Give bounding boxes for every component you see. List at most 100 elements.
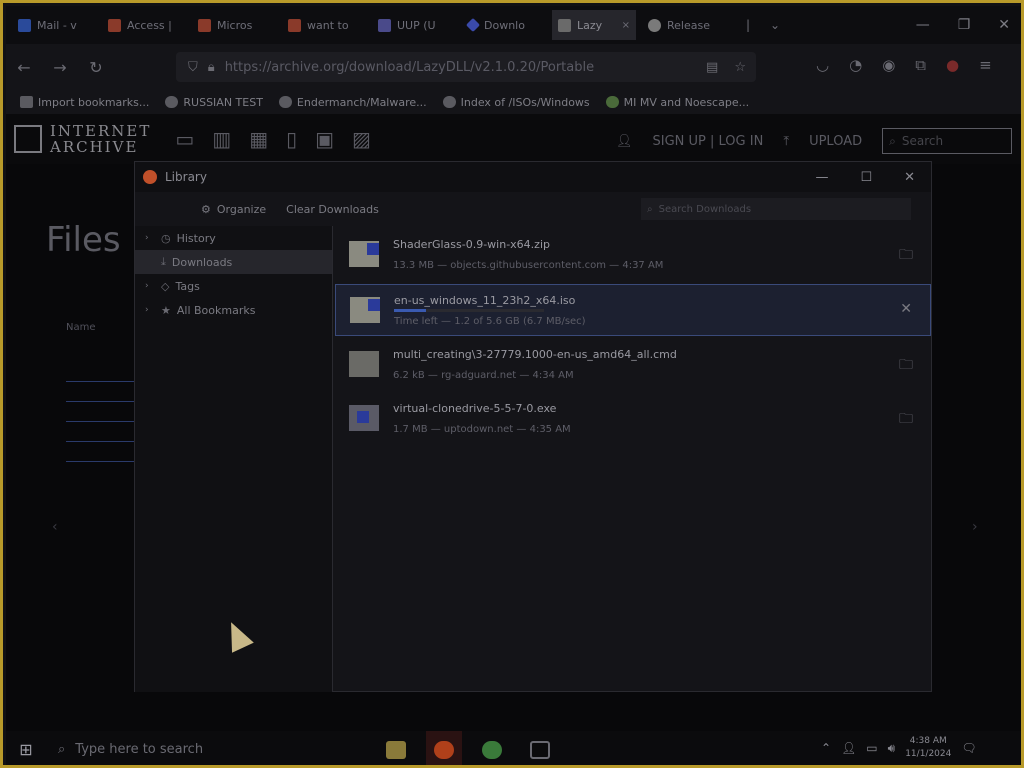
download-item[interactable]: ShaderGlass-0.9-win-x64.zip 13.3 MB — ob… [335, 228, 931, 280]
web-icon[interactable]: ▭ [175, 127, 194, 151]
tab-want-to[interactable]: want to [282, 10, 366, 40]
reload-icon[interactable]: ↻ [78, 58, 114, 77]
pocket-icon[interactable]: ◡ [816, 56, 829, 74]
close-window-icon[interactable]: ✕ [998, 17, 1010, 33]
chevron-right-icon[interactable]: › [145, 281, 155, 291]
mail-icon [18, 18, 31, 32]
notifications-icon[interactable]: 🗨︎ [961, 741, 976, 755]
account-icon[interactable]: ◉ [882, 56, 895, 74]
maximize-icon[interactable]: ❐ [958, 17, 971, 33]
file-link[interactable] [66, 372, 136, 382]
sidebar-item-all-bookmarks[interactable]: › ★ All Bookmarks [135, 298, 332, 322]
organize-button[interactable]: ⚙ Organize [201, 203, 266, 216]
firefox-taskbar-icon[interactable] [426, 731, 462, 765]
folder-icon[interactable]: 🗀︎ [899, 408, 913, 432]
search-downloads-input[interactable]: ⌕ Search Downloads [641, 198, 911, 220]
download-item[interactable]: virtual-clonedrive-5-5-7-0.exe 1.7 MB — … [335, 392, 931, 444]
puzzle-icon[interactable]: ⧉ [915, 56, 926, 74]
back-arrow-icon[interactable]: ← [6, 58, 42, 77]
folder-icon[interactable]: 🗀︎ [899, 354, 913, 378]
sidebar-item-downloads[interactable]: ⤓ Downloads [135, 250, 332, 274]
taskbar-clock[interactable]: 4:38 AM 11/1/2024 [905, 735, 951, 761]
shield-icon[interactable]: ⛉ [188, 60, 198, 75]
tab-list-chevron-icon[interactable]: ⌄ [770, 18, 780, 32]
download-item[interactable]: multi_creating\3-27779.1000-en-us_amd64_… [335, 338, 931, 390]
audio-icon[interactable]: ▯ [286, 127, 297, 151]
people-icon[interactable]: 👤︎ [841, 741, 856, 755]
new-tab-icon[interactable]: | [746, 18, 750, 32]
close-tab-icon[interactable]: × [622, 20, 630, 31]
bookmark-endermanch[interactable]: Endermanch/Malware... [278, 96, 427, 109]
archive-search-input[interactable]: ⌕ Search [882, 128, 1013, 154]
sidebar-item-history[interactable]: › ◷ History [135, 226, 332, 250]
sidebar-item-tags[interactable]: › ◇ Tags [135, 274, 332, 298]
lock-icon[interactable]: 🔒︎ [208, 60, 215, 75]
archive-header-right: 👤︎ SIGN UP | LOG IN ⤒ UPLOAD ⌕ Search [616, 128, 1013, 154]
bookmark-import[interactable]: Import bookmarks... [20, 96, 149, 109]
tab-download[interactable]: Downlo [462, 10, 546, 40]
tab-uup[interactable]: UUP (U [372, 10, 456, 40]
tab-mail[interactable]: Mail - v [12, 10, 96, 40]
globe-icon [442, 96, 456, 108]
tab-microsoft[interactable]: Micros [192, 10, 276, 40]
texts-icon[interactable]: ▥ [212, 127, 231, 151]
menu-icon[interactable]: ≡ [979, 56, 992, 74]
taskbar-search-input[interactable]: ⌕ Type here to search [46, 733, 346, 766]
chevron-left-icon[interactable]: ‹ [52, 519, 58, 535]
video-icon[interactable]: ▦ [249, 127, 268, 151]
extension-circle-icon[interactable]: ◔ [849, 56, 862, 74]
name-column-header[interactable]: Name [66, 322, 96, 333]
close-window-icon[interactable]: ✕ [904, 170, 915, 185]
tab-release[interactable]: Release [642, 10, 726, 40]
url-bar[interactable]: ⛉ 🔒︎ https://archive.org/download/LazyDL… [176, 52, 756, 82]
chevron-right-icon[interactable]: › [972, 519, 978, 535]
clear-downloads-button[interactable]: Clear Downloads [286, 203, 379, 216]
signup-login-link[interactable]: SIGN UP | LOG IN [653, 134, 764, 149]
minimize-icon[interactable]: — [916, 17, 930, 33]
bookmark-star-icon[interactable]: ☆ [734, 60, 746, 75]
download-progress-fill [394, 309, 426, 312]
file-link[interactable] [66, 452, 136, 462]
microsoft-icon [198, 18, 211, 32]
tray-chevron-up-icon[interactable]: ⌃ [821, 741, 831, 755]
reader-view-icon[interactable]: ▤ [706, 60, 718, 75]
download-status: 6.2 kB — rg-adguard.net — 4:34 AM [393, 369, 574, 381]
file-link[interactable] [66, 432, 136, 442]
software-icon[interactable]: ▣ [315, 127, 334, 151]
minimize-icon[interactable]: — [815, 170, 828, 185]
download-icon: ⤓ [161, 255, 166, 268]
file-explorer-icon[interactable] [378, 731, 414, 765]
internet-archive-logo[interactable]: INTERNET ARCHIVE [14, 123, 151, 155]
browser-window-controls: — ❐ ✕ [916, 17, 1021, 33]
window-app-icon[interactable] [522, 731, 558, 765]
chevron-right-icon[interactable]: › [145, 233, 155, 243]
download-filename: ShaderGlass-0.9-win-x64.zip [393, 237, 550, 251]
url-text[interactable]: https://archive.org/download/LazyDLL/v2.… [225, 60, 594, 75]
file-link[interactable] [66, 392, 136, 402]
tab-lazy-active[interactable]: Lazy × [552, 10, 636, 40]
cancel-icon[interactable]: ✕ [900, 301, 912, 317]
search-icon: ⌕ [58, 742, 66, 757]
forward-arrow-icon[interactable]: → [42, 58, 78, 77]
green-app-icon[interactable] [474, 731, 510, 765]
folder-icon[interactable]: 🗀︎ [899, 244, 913, 268]
addon-red-icon[interactable]: ● [946, 56, 959, 74]
page-title: Files [46, 220, 121, 260]
bookmark-isos[interactable]: Index of /ISOs/Windows [442, 96, 590, 109]
chevron-right-icon[interactable]: › [145, 305, 155, 315]
gear-icon: ⚙ [201, 202, 211, 216]
network-icon[interactable]: ▭ [866, 741, 877, 755]
upload-link[interactable]: UPLOAD [809, 134, 862, 149]
library-toolbar: ⚙ Organize Clear Downloads ⌕ Search Down… [135, 192, 931, 226]
import-icon [20, 96, 33, 108]
maximize-icon[interactable]: ☐ [860, 170, 872, 185]
bookmark-russian-test[interactable]: RUSSIAN TEST [165, 96, 263, 109]
library-window: Library — ☐ ✕ ⚙ Organize Clear Downloads… [134, 161, 932, 692]
bookmark-mi-mv[interactable]: MI MV and Noescape... [605, 96, 749, 109]
tab-access[interactable]: Access | [102, 10, 186, 40]
file-link[interactable] [66, 412, 136, 422]
images-icon[interactable]: ▨ [352, 127, 371, 151]
volume-icon[interactable]: 🔊︎ [888, 741, 896, 756]
windows-start-icon[interactable]: ⊞ [6, 740, 46, 759]
download-item-active[interactable]: en-us_windows_11_23h2_x64.iso Time left … [335, 284, 931, 336]
